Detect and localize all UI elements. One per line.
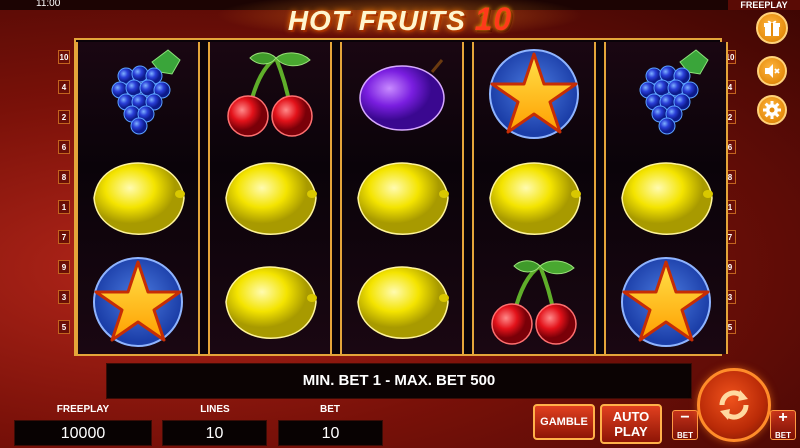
payline-indicator: 7 [58, 230, 70, 244]
star-symbol [78, 250, 198, 354]
autoplay-label-top: AUTO [612, 409, 650, 424]
star-symbol [474, 42, 594, 146]
minus-icon: − [680, 409, 690, 426]
freeplay-balance: 10000 [14, 420, 152, 446]
bet-label: BET [320, 404, 340, 415]
gift-icon [764, 20, 780, 36]
payline-indicator: 8 [58, 170, 70, 184]
grapes-symbol [78, 42, 198, 146]
logo-number: 10 [474, 1, 513, 37]
plus-icon: + [778, 409, 788, 426]
reel-1 [76, 42, 200, 354]
payline-indicator: 1 [58, 200, 70, 214]
plum-symbol [342, 42, 462, 146]
cherries-symbol [210, 42, 330, 146]
settings-button[interactable] [757, 95, 787, 125]
sound-off-icon [765, 64, 780, 78]
bet-increase-label: BET [775, 431, 791, 440]
message-bar: MIN. BET 1 - MAX. BET 500 [106, 363, 692, 399]
gift-button[interactable] [756, 12, 788, 44]
reel-2 [208, 42, 332, 354]
sound-button[interactable] [757, 56, 787, 86]
spin-arrows-icon [719, 390, 749, 420]
clock: 11:00 [36, 0, 61, 9]
autoplay-label-bottom: PLAY [614, 424, 648, 439]
reel-window [74, 38, 728, 356]
lemon-symbol [210, 146, 330, 250]
game-logo: HOT FRUITS 10 [215, 0, 585, 38]
bet-decrease-button[interactable]: − BET [672, 409, 698, 440]
payline-indicator: 2 [58, 110, 70, 124]
cherries-symbol [474, 250, 594, 354]
freeplay-label: FREEPLAY [56, 404, 110, 415]
reel-4 [472, 42, 596, 354]
lemon-symbol [474, 146, 594, 250]
payline-indicator: 5 [58, 320, 70, 334]
lemon-symbol [342, 250, 462, 354]
payline-indicator: 6 [58, 140, 70, 154]
lines-label: LINES [200, 404, 230, 415]
gamble-button[interactable]: GAMBLE [533, 404, 595, 440]
payline-indicator: 3 [58, 290, 70, 304]
lines-value: 10 [162, 420, 267, 446]
payline-indicator: 4 [58, 80, 70, 94]
lemon-symbol [606, 146, 726, 250]
reel-3 [340, 42, 464, 354]
gear-icon [763, 101, 781, 119]
grapes-symbol [606, 42, 726, 146]
lemon-symbol [78, 146, 198, 250]
lemon-symbol [210, 250, 330, 354]
star-symbol [606, 250, 726, 354]
autoplay-button[interactable]: AUTO PLAY [600, 404, 662, 444]
bet-value: 10 [278, 420, 383, 446]
bet-decrease-label: BET [677, 431, 693, 440]
spin-button[interactable] [697, 368, 771, 442]
logo-title: HOT FRUITS [287, 5, 466, 36]
lemon-symbol [342, 146, 462, 250]
bet-increase-button[interactable]: + BET [770, 409, 796, 440]
payline-indicator: 9 [58, 260, 70, 274]
freeplay-mode-tag: FREEPLAY [728, 0, 800, 10]
payline-indicator: 10 [58, 50, 70, 64]
reel-5 [604, 42, 728, 354]
